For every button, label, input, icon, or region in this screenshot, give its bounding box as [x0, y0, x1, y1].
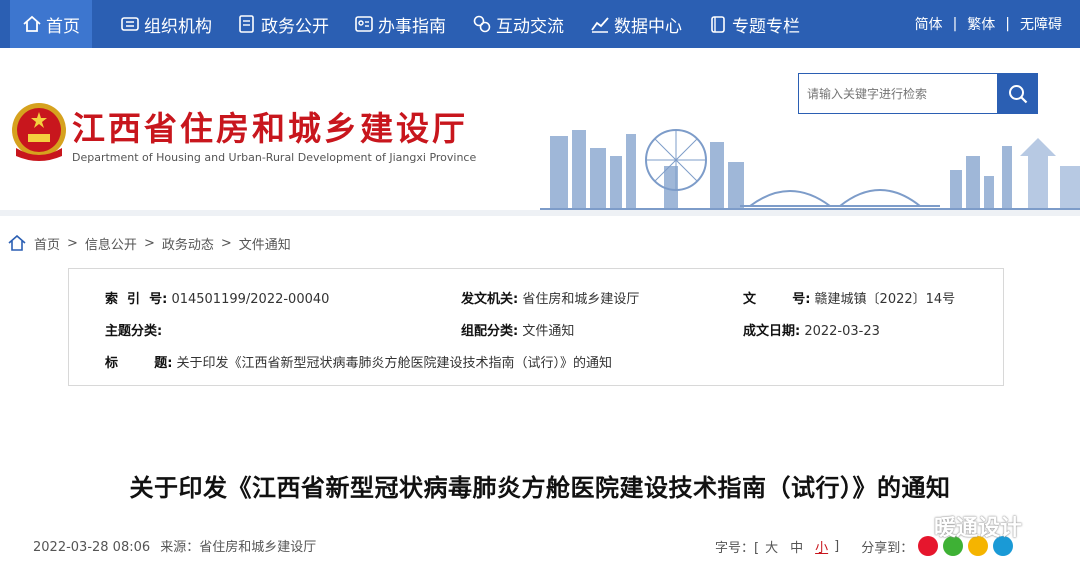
info-index: 索 引 号: 014501199/2022-00040 [105, 288, 329, 307]
info-topic-label: 主题分类: [105, 324, 163, 339]
document-icon [239, 15, 254, 33]
info-category: 组配分类: 文件通知 [461, 320, 574, 339]
wechat-logo-icon [899, 515, 929, 537]
info-category-label: 组配分类: [461, 324, 519, 339]
org-icon [121, 17, 139, 31]
breadcrumb-info-public[interactable]: 信息公开 [85, 234, 137, 253]
breadcrumb: 首页 > 信息公开 > 政务动态 > 文件通知 [8, 232, 291, 254]
breadcrumb-separator: > [67, 235, 78, 251]
breadcrumb-notices[interactable]: 文件通知 [239, 234, 291, 253]
info-doc-label: 文 号: [743, 292, 811, 307]
nav-org-label: 组织机构 [144, 16, 212, 37]
article-meta: 2022-03-28 08:06 来源：省住房和城乡建设厅 [33, 536, 316, 555]
nav-guide[interactable]: 办事指南 [354, 0, 446, 48]
search-icon [1008, 84, 1027, 103]
top-nav: 首页 组织机构 政务公开 办事指南 互动交流 数据中心 专题专栏 简体 | 繁体… [0, 0, 1080, 48]
lang-traditional[interactable]: 繁体 [967, 14, 995, 34]
lang-simplified[interactable]: 简体 [915, 14, 943, 34]
nav-interact[interactable]: 互动交流 [472, 0, 564, 48]
id-card-icon [355, 16, 373, 32]
nav-topic[interactable]: 专题专栏 [708, 0, 800, 48]
font-size-label: 字号：[ [715, 540, 760, 556]
nav-interact-label: 互动交流 [496, 16, 564, 37]
info-issuer-label: 发文机关: [461, 292, 519, 307]
info-issuer-value: 省住房和城乡建设厅 [522, 292, 640, 307]
nav-affairs-label: 政务公开 [261, 16, 329, 37]
nav-home[interactable]: 首页 [10, 0, 92, 48]
info-index-value: 014501199/2022-00040 [171, 292, 330, 307]
info-category-value: 文件通知 [522, 324, 575, 339]
nav-topic-label: 专题专栏 [732, 16, 800, 37]
breadcrumb-news[interactable]: 政务动态 [162, 234, 214, 253]
font-size-close: ] [834, 538, 840, 554]
info-issuer: 发文机关: 省住房和城乡建设厅 [461, 288, 639, 307]
folder-icon [711, 16, 725, 33]
nav-affairs[interactable]: 政务公开 [237, 0, 329, 48]
site-subtitle: Department of Housing and Urban-Rural De… [72, 151, 477, 164]
lang-separator: | [952, 16, 958, 32]
nav-guide-label: 办事指南 [378, 16, 446, 37]
chat-icon [473, 15, 491, 33]
header-divider [0, 210, 1080, 216]
nav-data-label: 数据中心 [614, 16, 682, 37]
info-title: 标 题: 关于印发《江西省新型冠状病毒肺炎方舱医院建设技术指南（试行）》的通知 [105, 352, 612, 371]
info-title-value: 关于印发《江西省新型冠状病毒肺炎方舱医院建设技术指南（试行）》的通知 [176, 356, 613, 371]
font-size-medium-button[interactable]: 中 [790, 537, 803, 556]
search-button[interactable] [997, 73, 1038, 114]
breadcrumb-separator: > [143, 235, 155, 251]
home-icon [23, 15, 41, 32]
info-doc-value: 赣建城镇〔2022〕14号 [814, 292, 956, 307]
site-title: 江西省住房和城乡建设厅 [72, 109, 468, 148]
font-size-small-button[interactable]: 小 [815, 537, 828, 556]
article-title: 关于印发《江西省新型冠状病毒肺炎方舱医院建设技术指南（试行）》的通知 [129, 474, 951, 502]
lang-accessibility[interactable]: 无障碍 [1020, 14, 1062, 34]
breadcrumb-separator: > [220, 235, 232, 251]
info-date-value: 2022-03-23 [804, 324, 880, 339]
watermark-text: 暖通设计 [934, 516, 1023, 541]
language-switch: 简体 | 繁体 | 无障碍 [915, 0, 1062, 48]
info-date: 成文日期: 2022-03-23 [743, 320, 880, 339]
nav-data[interactable]: 数据中心 [590, 0, 682, 48]
lang-separator: | [1005, 16, 1010, 32]
document-info-box: 索 引 号: 014501199/2022-00040 发文机关: 省住房和城乡… [68, 268, 1004, 386]
breadcrumb-home[interactable]: 首页 [34, 234, 60, 253]
site-header: 江西省住房和城乡建设厅 Department of Housing and Ur… [0, 48, 1080, 210]
home-icon [8, 235, 26, 251]
info-date-label: 成文日期: [743, 324, 801, 339]
city-skyline-illustration [540, 129, 1080, 210]
nav-home-label: 首页 [46, 16, 80, 37]
watermark: 暖通设计 [898, 510, 1022, 542]
article-source: 来源：省住房和城乡建设厅 [160, 540, 317, 555]
info-topic: 主题分类: [105, 320, 162, 339]
info-doc-number: 文 号: 赣建城镇〔2022〕14号 [743, 288, 955, 307]
font-size-large-button[interactable]: 大 [765, 537, 778, 556]
search-input[interactable] [798, 73, 998, 114]
article-datetime: 2022-03-28 08:06 [33, 540, 151, 555]
chart-icon [591, 17, 609, 33]
info-index-label: 索 引 号: [105, 292, 168, 307]
nav-org[interactable]: 组织机构 [120, 0, 212, 48]
national-emblem-icon [12, 103, 66, 161]
info-title-label: 标 题: [105, 356, 173, 371]
